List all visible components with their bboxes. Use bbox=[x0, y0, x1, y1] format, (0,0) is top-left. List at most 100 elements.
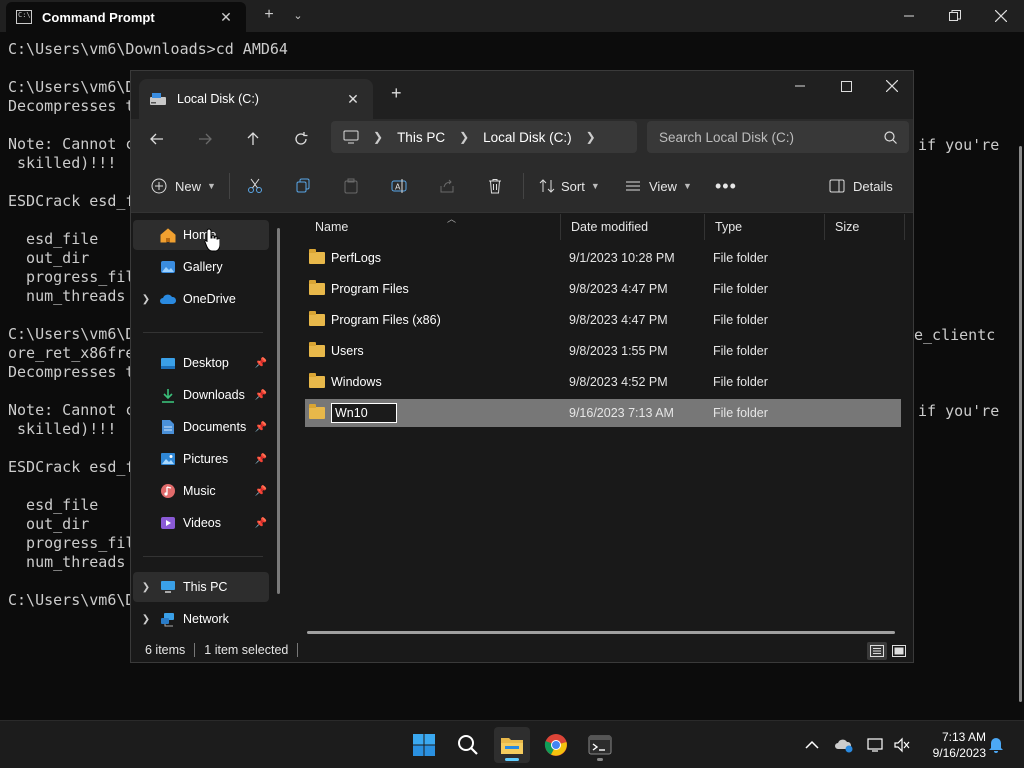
chevron-right-icon[interactable]: ❯ bbox=[139, 294, 153, 305]
paste-button[interactable] bbox=[343, 171, 359, 201]
nav-item-gallery[interactable]: Gallery bbox=[133, 252, 269, 282]
rename-button[interactable]: A bbox=[391, 171, 407, 201]
details-button[interactable]: Details bbox=[829, 171, 893, 201]
new-tab-icon[interactable]: + bbox=[257, 6, 281, 24]
chevron-right-icon[interactable]: ❯ bbox=[139, 614, 153, 625]
close-icon bbox=[886, 80, 898, 92]
chevron-down-icon[interactable]: ⌄ bbox=[286, 9, 310, 22]
column-header-type[interactable]: Type bbox=[705, 214, 825, 240]
file-row[interactable]: Windows 9/8/2023 4:52 PM File folder bbox=[305, 368, 901, 396]
nav-item-videos[interactable]: Videos 📌 bbox=[133, 508, 269, 538]
view-button[interactable]: View ▼ bbox=[625, 171, 692, 201]
pin-icon[interactable]: 📌 bbox=[255, 518, 267, 529]
new-button[interactable]: New ▼ bbox=[151, 171, 216, 201]
scrollbar[interactable] bbox=[307, 631, 895, 634]
cmd-tab[interactable]: Command Prompt ✕ bbox=[6, 2, 246, 32]
volume-muted-icon[interactable] bbox=[892, 735, 912, 755]
terminal-taskbar-button[interactable] bbox=[582, 727, 618, 763]
rename-input[interactable] bbox=[331, 403, 397, 423]
file-explorer-taskbar-button[interactable] bbox=[494, 727, 530, 763]
chevron-right-icon[interactable]: ❯ bbox=[373, 130, 383, 144]
maximize-button[interactable] bbox=[823, 71, 869, 101]
delete-button[interactable] bbox=[487, 171, 503, 201]
nav-item-label: Desktop bbox=[183, 356, 229, 370]
up-button[interactable] bbox=[239, 125, 267, 153]
nav-item-label: OneDrive bbox=[183, 292, 236, 306]
notification-bell-icon[interactable] bbox=[986, 735, 1006, 755]
column-header-date[interactable]: Date modified bbox=[561, 214, 705, 240]
back-button[interactable] bbox=[143, 125, 171, 153]
nav-item-documents[interactable]: Documents 📌 bbox=[133, 412, 269, 442]
scrollbar[interactable] bbox=[277, 228, 280, 594]
details-view-button[interactable] bbox=[867, 642, 887, 660]
pin-icon[interactable]: 📌 bbox=[255, 486, 267, 497]
breadcrumb-local-disk[interactable]: Local Disk (C:) bbox=[483, 130, 572, 145]
chevron-right-icon[interactable]: ❯ bbox=[139, 582, 153, 593]
sort-button[interactable]: Sort ▼ bbox=[539, 171, 600, 201]
new-tab-icon[interactable]: + bbox=[391, 83, 402, 104]
clock[interactable]: 7:13 AM 9/16/2023 bbox=[920, 729, 986, 761]
pin-icon[interactable]: 📌 bbox=[255, 454, 267, 465]
status-bar: 6 items 1 item selected bbox=[131, 638, 913, 662]
minimize-button[interactable] bbox=[886, 0, 932, 32]
nav-item-onedrive[interactable]: ❯ OneDrive bbox=[133, 284, 269, 314]
file-row[interactable]: Users 9/8/2023 1:55 PM File folder bbox=[305, 337, 901, 365]
more-options-button[interactable]: ••• bbox=[715, 171, 737, 201]
mouse-cursor-icon bbox=[204, 228, 221, 257]
search-button[interactable] bbox=[450, 727, 486, 763]
start-button[interactable] bbox=[406, 727, 442, 763]
scrollbar[interactable] bbox=[1019, 146, 1022, 702]
chevron-down-icon: ▼ bbox=[207, 181, 216, 191]
search-input[interactable] bbox=[659, 129, 884, 145]
chevron-right-icon[interactable]: ❯ bbox=[459, 130, 469, 144]
chrome-taskbar-button[interactable] bbox=[538, 727, 574, 763]
pin-icon[interactable]: 📌 bbox=[255, 422, 267, 433]
scissors-icon bbox=[248, 178, 262, 193]
nav-item-music[interactable]: Music 📌 bbox=[133, 476, 269, 506]
pin-icon[interactable]: 📌 bbox=[255, 358, 267, 369]
rename-icon: A bbox=[391, 179, 407, 193]
minimize-button[interactable] bbox=[777, 71, 823, 101]
column-header-name[interactable]: Name bbox=[305, 214, 561, 240]
nav-item-label: Videos bbox=[183, 516, 221, 530]
nav-item-desktop[interactable]: Desktop 📌 bbox=[133, 348, 269, 378]
new-button-label: New bbox=[175, 178, 202, 194]
nav-item-network[interactable]: ❯ Network bbox=[133, 604, 269, 634]
forward-button[interactable] bbox=[191, 125, 219, 153]
nav-item-home[interactable]: Home bbox=[133, 220, 269, 250]
divider bbox=[143, 332, 263, 333]
breadcrumb[interactable]: ❯ This PC ❯ Local Disk (C:) ❯ bbox=[331, 121, 637, 153]
explorer-tab[interactable]: Local Disk (C:) ✕ bbox=[139, 79, 373, 119]
nav-item-downloads[interactable]: Downloads 📌 bbox=[133, 380, 269, 410]
arrow-left-icon bbox=[150, 133, 163, 145]
breadcrumb-this-pc[interactable]: This PC bbox=[397, 130, 445, 145]
file-row[interactable]: Program Files (x86) 9/8/2023 4:47 PM Fil… bbox=[305, 306, 901, 334]
file-row[interactable]: Program Files 9/8/2023 4:47 PM File fold… bbox=[305, 275, 901, 303]
nav-item-pictures[interactable]: Pictures 📌 bbox=[133, 444, 269, 474]
more-icon: ••• bbox=[715, 175, 737, 196]
drive-icon bbox=[149, 93, 167, 105]
chevron-right-icon[interactable]: ❯ bbox=[586, 130, 596, 144]
sort-ascending-icon: ︿ bbox=[447, 214, 457, 224]
pin-icon[interactable]: 📌 bbox=[255, 390, 267, 401]
close-icon[interactable]: ✕ bbox=[343, 91, 363, 108]
plus-circle-icon bbox=[151, 178, 167, 194]
search-icon[interactable] bbox=[884, 130, 897, 144]
network-tray-icon[interactable] bbox=[866, 735, 886, 755]
tiles-view-button[interactable] bbox=[889, 642, 909, 660]
cut-button[interactable] bbox=[247, 171, 263, 201]
close-button[interactable] bbox=[869, 71, 915, 101]
maximize-button[interactable] bbox=[932, 0, 978, 32]
refresh-button[interactable] bbox=[287, 125, 315, 153]
onedrive-tray-icon[interactable] bbox=[834, 735, 854, 755]
nav-item-this-pc[interactable]: ❯ This PC bbox=[133, 572, 269, 602]
close-icon[interactable]: ✕ bbox=[216, 9, 236, 26]
file-row[interactable]: PerfLogs 9/1/2023 10:28 PM File folder bbox=[305, 244, 901, 272]
close-button[interactable] bbox=[978, 0, 1024, 32]
file-row-selected[interactable]: 9/16/2023 7:13 AM File folder bbox=[305, 399, 901, 427]
column-header-size[interactable]: Size bbox=[825, 214, 905, 240]
chevron-up-icon[interactable] bbox=[802, 735, 822, 755]
share-button[interactable] bbox=[439, 171, 455, 201]
copy-button[interactable] bbox=[295, 171, 311, 201]
search-box[interactable] bbox=[647, 121, 909, 153]
